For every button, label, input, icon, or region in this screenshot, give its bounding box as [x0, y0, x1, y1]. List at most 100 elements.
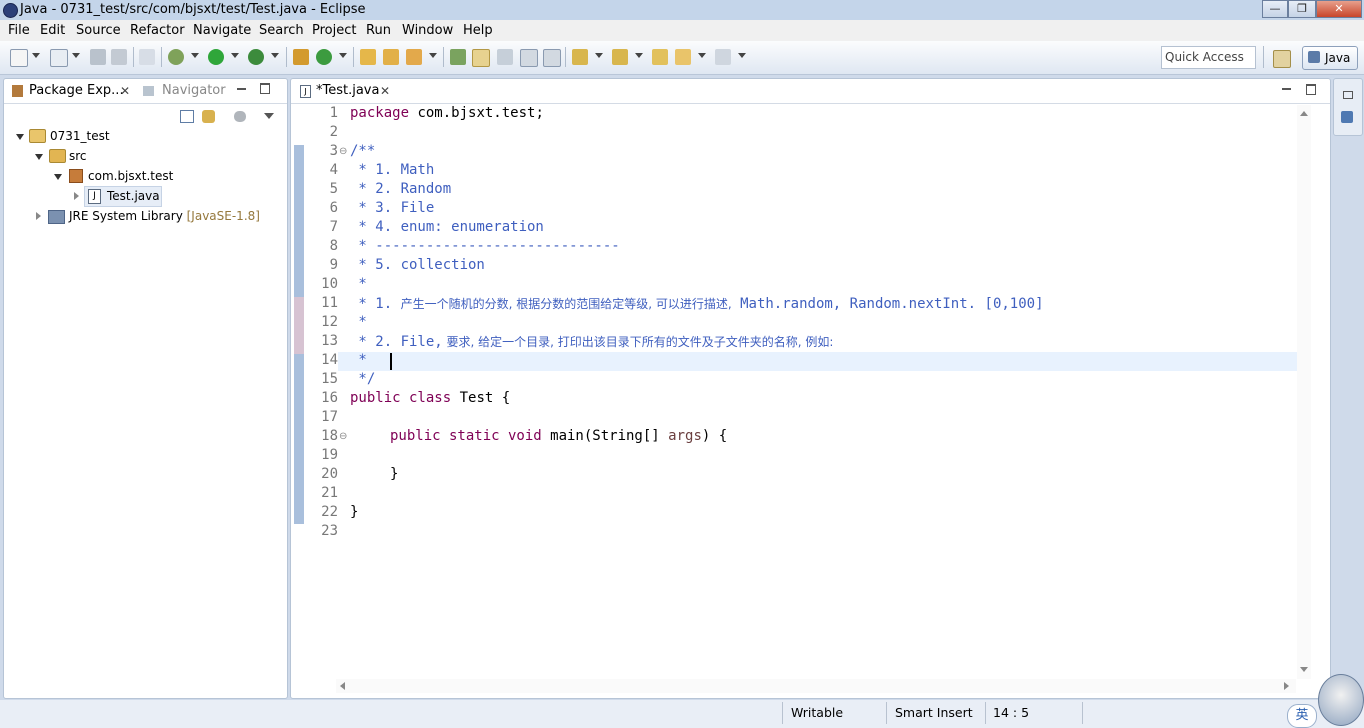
tab-navigator[interactable]: Navigator [143, 79, 243, 103]
minimize-button[interactable]: — [1262, 0, 1288, 18]
back-dropdown-icon[interactable] [698, 53, 706, 58]
menu-navigate[interactable]: Navigate [193, 23, 251, 38]
new-file-dropdown-icon[interactable] [72, 53, 80, 58]
restore-icon[interactable] [1343, 91, 1353, 99]
open-task-icon[interactable] [383, 49, 399, 65]
new-icon[interactable] [10, 49, 28, 67]
code-line-15: */ [350, 371, 376, 387]
new-file-icon[interactable] [50, 49, 68, 67]
assistant-avatar[interactable] [1318, 674, 1364, 726]
navigator-icon [143, 86, 154, 96]
expanded-arrow-icon[interactable] [35, 154, 43, 160]
code-line-20: } [390, 466, 399, 482]
expanded-arrow-icon[interactable] [54, 174, 62, 180]
save-all-icon[interactable] [111, 49, 127, 65]
search-dropdown-icon[interactable] [429, 53, 437, 58]
ime-indicator[interactable]: 英 [1287, 704, 1317, 728]
new-class-dropdown-icon[interactable] [339, 53, 347, 58]
focus-task-icon[interactable] [234, 111, 246, 122]
new-java-package-icon[interactable] [293, 49, 309, 65]
java-perspective-icon [1308, 51, 1320, 63]
previous-annotation-icon[interactable] [612, 49, 628, 65]
quick-access-input[interactable]: Quick Access [1161, 46, 1256, 69]
scroll-up-icon[interactable] [1300, 111, 1308, 116]
java-file-icon: J [88, 189, 101, 204]
collapse-all-icon[interactable] [180, 110, 194, 123]
fold-collapse-icon[interactable]: ⊖ [339, 431, 347, 442]
menu-refactor[interactable]: Refactor [130, 23, 185, 38]
scroll-left-icon[interactable] [340, 682, 345, 690]
run-dropdown-icon[interactable] [231, 53, 239, 58]
expanded-arrow-icon[interactable] [16, 134, 24, 140]
minimize-view-icon[interactable] [237, 88, 246, 90]
view-menu-icon[interactable] [264, 113, 274, 119]
line-number: 3 [329, 143, 338, 159]
minimize-editor-icon[interactable] [1282, 88, 1291, 90]
menu-edit[interactable]: Edit [40, 23, 65, 38]
show-paragraph-icon[interactable] [543, 49, 561, 67]
close-icon[interactable]: ✕ [120, 79, 130, 103]
previous-annotation-dropdown-icon[interactable] [635, 53, 643, 58]
run-external-tools-icon[interactable] [248, 49, 264, 65]
tree-item-project[interactable]: 0731_test [50, 127, 110, 145]
scroll-down-icon[interactable] [1300, 667, 1308, 672]
line-number: 22 [321, 504, 338, 520]
close-button[interactable]: ✕ [1316, 0, 1362, 18]
tree-item-file[interactable]: Test.java [107, 187, 160, 205]
annotations-icon[interactable] [450, 49, 466, 65]
menu-bar: File Edit Source Refactor Navigate Searc… [0, 20, 1364, 41]
new-java-class-icon[interactable] [316, 49, 332, 65]
forward-icon[interactable] [715, 49, 731, 65]
java-perspective-button[interactable]: Java [1302, 46, 1358, 70]
java-file-icon: J [300, 85, 311, 98]
next-annotation-icon[interactable] [572, 49, 588, 65]
menu-run[interactable]: Run [366, 23, 391, 38]
next-annotation-dropdown-icon[interactable] [595, 53, 603, 58]
collapsed-arrow-icon[interactable] [74, 192, 79, 200]
show-whitespace-icon[interactable] [520, 49, 538, 67]
link-with-editor-icon[interactable] [202, 110, 215, 123]
debug-icon[interactable] [168, 49, 184, 65]
open-type-icon[interactable] [360, 49, 376, 65]
tab-test-java[interactable]: J *Test.java ✕ [296, 79, 392, 103]
collapsed-arrow-icon[interactable] [36, 212, 41, 220]
tab-package-explorer[interactable]: Package Exp... ✕ [9, 79, 139, 103]
skip-breakpoints-icon[interactable] [139, 49, 155, 65]
debug-dropdown-icon[interactable] [191, 53, 199, 58]
fold-collapse-icon[interactable]: ⊖ [339, 146, 347, 157]
horizontal-scrollbar[interactable] [336, 679, 1296, 693]
tree-item-jre[interactable]: JRE System Library [JavaSE-1.8] [69, 207, 260, 225]
package-explorer-panel: Package Exp... ✕ Navigator 0731_test src… [3, 78, 288, 699]
menu-project[interactable]: Project [312, 23, 356, 38]
external-tools-dropdown-icon[interactable] [271, 53, 279, 58]
search-icon[interactable] [406, 49, 422, 65]
highlight-occurrences-icon[interactable] [472, 49, 490, 67]
close-icon[interactable]: ✕ [380, 79, 390, 103]
editor-panel: J *Test.java ✕ 1 2 3 4 5 6 7 8 9 10 11 1… [290, 78, 1331, 699]
vertical-scrollbar[interactable] [1297, 105, 1311, 679]
scroll-right-icon[interactable] [1284, 682, 1289, 690]
run-icon[interactable] [208, 49, 224, 65]
new-dropdown-icon[interactable] [32, 53, 40, 58]
code-line-10: * [350, 276, 367, 292]
menu-window[interactable]: Window [402, 23, 453, 38]
menu-file[interactable]: File [8, 23, 30, 38]
menu-source[interactable]: Source [76, 23, 121, 38]
code-area[interactable]: 1 2 3 4 5 6 7 8 9 10 11 12 13 14 15 16 1… [292, 104, 1312, 684]
tree-item-package[interactable]: com.bjsxt.test [88, 167, 173, 185]
back-icon[interactable] [675, 49, 691, 65]
library-icon [48, 210, 65, 224]
menu-help[interactable]: Help [463, 23, 493, 38]
forward-dropdown-icon[interactable] [738, 53, 746, 58]
maximize-editor-icon[interactable] [1306, 84, 1316, 95]
block-selection-icon[interactable] [497, 49, 513, 65]
maximize-view-icon[interactable] [260, 83, 270, 94]
save-icon[interactable] [90, 49, 106, 65]
main-toolbar [0, 41, 1364, 75]
last-edit-location-icon[interactable] [652, 49, 668, 65]
menu-search[interactable]: Search [259, 23, 304, 38]
maximize-button[interactable]: ❐ [1288, 0, 1316, 18]
outline-view-icon[interactable] [1341, 111, 1353, 123]
open-perspective-icon[interactable] [1273, 50, 1291, 68]
tree-item-src[interactable]: src [69, 147, 87, 165]
